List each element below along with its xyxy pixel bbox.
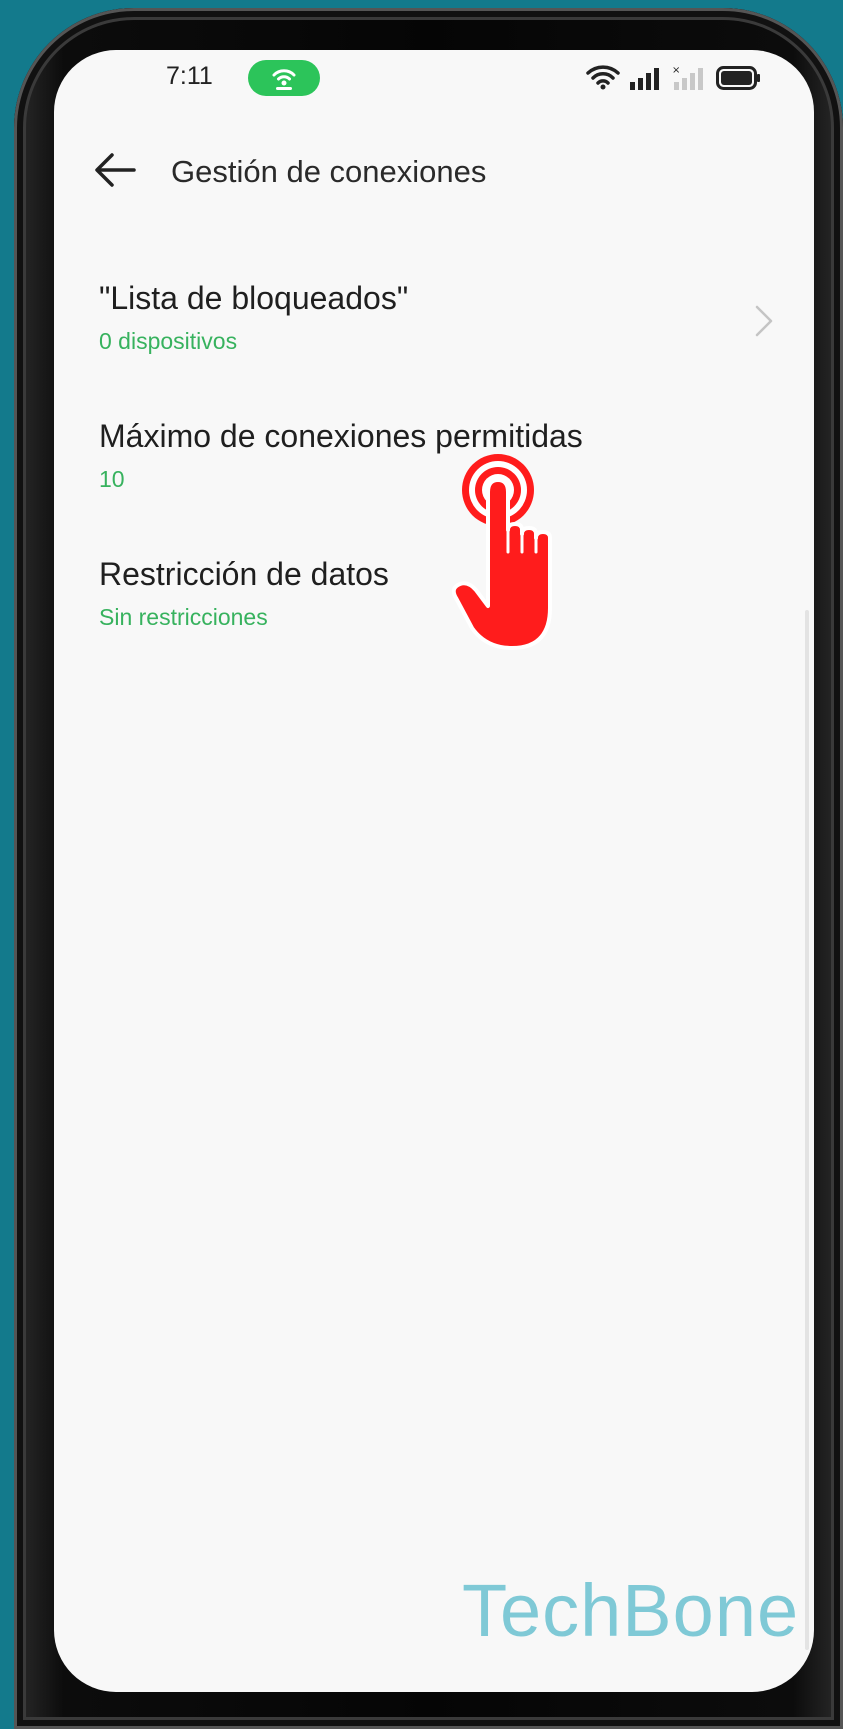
hotspot-icon — [272, 69, 296, 90]
blocked-list-item[interactable]: "Lista de bloqueados" 0 dispositivos — [54, 280, 814, 400]
scrollbar[interactable] — [805, 610, 809, 1650]
page-title: Gestión de conexiones — [171, 154, 487, 189]
status-time: 7:11 — [166, 62, 213, 90]
screen: 7:11 × Gestión de conexiones "Lista de b… — [54, 50, 814, 1692]
max-connections-value: 10 — [99, 466, 125, 492]
data-restriction-item[interactable]: Restricción de datos Sin restricciones — [54, 556, 814, 676]
svg-text:×: × — [672, 65, 680, 76]
blocked-list-title: "Lista de bloqueados" — [99, 280, 409, 316]
techbone-watermark: TechBone — [462, 1569, 800, 1652]
signal-no-service-icon: × — [672, 65, 703, 90]
data-restriction-title: Restricción de datos — [99, 556, 389, 592]
back-button[interactable] — [92, 150, 138, 190]
max-connections-item[interactable]: Máximo de conexiones permitidas 10 — [54, 418, 814, 538]
status-icons: × — [586, 64, 762, 90]
data-restriction-value: Sin restricciones — [99, 604, 268, 630]
back-arrow-icon — [95, 153, 136, 187]
signal-icon — [630, 68, 659, 90]
chevron-right-icon — [755, 305, 773, 337]
tap-hand-icon — [452, 454, 552, 650]
battery-icon — [716, 66, 760, 90]
wifi-icon — [586, 65, 620, 90]
blocked-list-count: 0 dispositivos — [99, 328, 238, 354]
hotspot-status-pill[interactable] — [248, 60, 320, 96]
